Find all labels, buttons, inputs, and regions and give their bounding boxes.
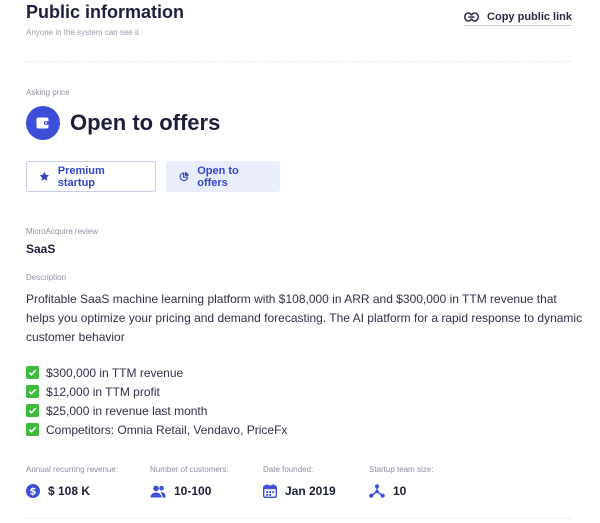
dollar-icon: $: [26, 484, 40, 498]
list-item: $300,000 in TTM revenue: [26, 363, 287, 382]
description-text: Profitable SaaS machine learning platfor…: [26, 292, 583, 344]
checkmark-icon: [26, 423, 39, 436]
highlight-text: $12,000 in TTM profit: [46, 384, 160, 399]
page-title: Public information: [26, 2, 185, 22]
checkmark-icon: [26, 385, 39, 398]
customers-value: 10-100: [174, 484, 212, 498]
review-label: MicroAcquire review: [26, 227, 99, 236]
highlights-list: $300,000 in TTM revenue $12,000 in TTM p…: [26, 363, 287, 439]
divider: [26, 61, 572, 62]
team-label: Startup team size:: [369, 465, 434, 474]
open-to-offers-label: Open to offers: [197, 164, 239, 189]
list-item: Competitors: Omnia Retail, Vendavo, Pric…: [26, 420, 287, 439]
asking-price: Open to offers: [26, 106, 220, 140]
customers-label: Number of customers:: [150, 465, 229, 474]
list-item: $12,000 in TTM profit: [26, 382, 287, 401]
stats-row: Annual recurring revenue: $ $ 108 K Numb…: [26, 465, 433, 498]
review-value: SaaS: [26, 242, 56, 256]
wallet-icon: [26, 106, 60, 140]
team-value: 10: [393, 484, 407, 498]
open-to-offers-button[interactable]: Open to offers: [166, 161, 280, 192]
page-subtitle: Anyone in the system can see it: [26, 28, 139, 37]
highlight-text: Competitors: Omnia Retail, Vendavo, Pric…: [46, 422, 288, 437]
premium-startup-button[interactable]: Premium startup: [26, 161, 156, 192]
asking-price-label: Asking price: [26, 88, 70, 97]
bottom-divider: [26, 518, 572, 519]
checkmark-icon: [26, 404, 39, 417]
copy-public-link-label: Copy public link: [487, 11, 572, 23]
founded-value: Jan 2019: [285, 484, 336, 498]
stat-customers: Number of customers: 10-100: [150, 465, 263, 498]
team-network-icon: [369, 484, 385, 498]
stat-arr: Annual recurring revenue: $ $ 108 K: [26, 465, 150, 498]
svg-text:$: $: [30, 487, 37, 498]
stat-team: Startup team size: 10: [369, 465, 433, 498]
pie-chart-icon: [179, 172, 189, 182]
description-label: Description: [26, 273, 67, 282]
users-icon: [150, 485, 166, 497]
checkmark-icon: [26, 366, 39, 379]
calendar-icon: [263, 484, 277, 498]
copy-public-link-button[interactable]: Copy public link: [464, 11, 572, 26]
list-item: $25,000 in revenue last month: [26, 401, 287, 420]
highlight-text: $300,000 in TTM revenue: [46, 365, 184, 380]
link-icon: [464, 12, 479, 22]
arr-label: Annual recurring revenue:: [26, 465, 119, 474]
arr-value: $ 108 K: [48, 484, 91, 498]
premium-startup-label: Premium startup: [57, 164, 105, 189]
stat-founded: Date founded: Jan 2019: [263, 465, 369, 498]
asking-price-value: Open to offers: [70, 110, 221, 135]
star-icon: [39, 171, 50, 181]
founded-label: Date founded:: [263, 465, 314, 474]
highlight-text: $25,000 in revenue last month: [46, 403, 208, 418]
